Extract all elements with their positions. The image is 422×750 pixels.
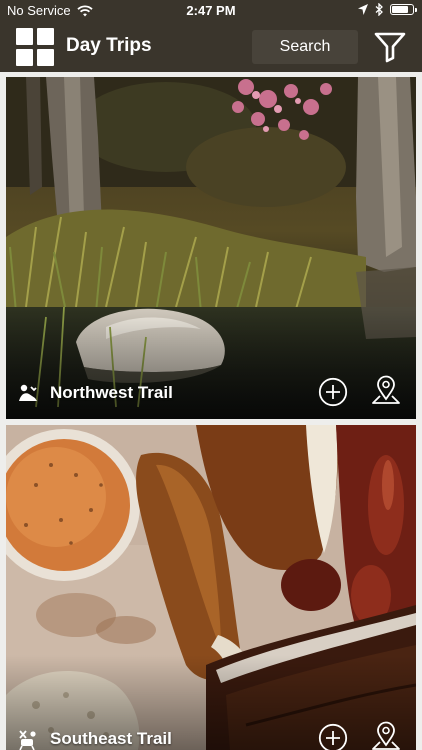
grid-menu-icon[interactable]: [16, 28, 54, 66]
map-pin-icon[interactable]: [371, 375, 401, 409]
nav-bar: Day Trips Search: [0, 22, 422, 72]
location-arrow-icon: [358, 4, 368, 15]
battery-icon: [390, 4, 417, 15]
page-title: Day Trips: [66, 35, 152, 56]
trail-name: Northwest Trail: [50, 383, 173, 402]
bluetooth-icon: [375, 3, 383, 16]
hiker-trail-icon: [19, 384, 37, 401]
filter-funnel-icon[interactable]: [373, 31, 407, 63]
bbq-trail-icon: [19, 730, 36, 750]
add-circle-icon[interactable]: [318, 723, 348, 750]
trail-title-row: Northwest Trail: [16, 381, 173, 405]
status-right: [358, 3, 417, 16]
status-bar: No Service 2:47 PM: [0, 0, 422, 22]
trail-card[interactable]: Northwest Trail: [6, 77, 416, 419]
trail-card[interactable]: Southeast Trail: [6, 425, 416, 750]
trail-title-row: Southeast Trail: [16, 727, 172, 750]
search-button[interactable]: Search: [252, 30, 358, 64]
trail-name: Southeast Trail: [50, 729, 172, 748]
trail-feed[interactable]: Northwest Trail Southeast Trail: [0, 72, 422, 750]
add-circle-icon[interactable]: [318, 377, 348, 407]
battery-level: [392, 6, 408, 13]
map-pin-icon[interactable]: [371, 721, 401, 750]
